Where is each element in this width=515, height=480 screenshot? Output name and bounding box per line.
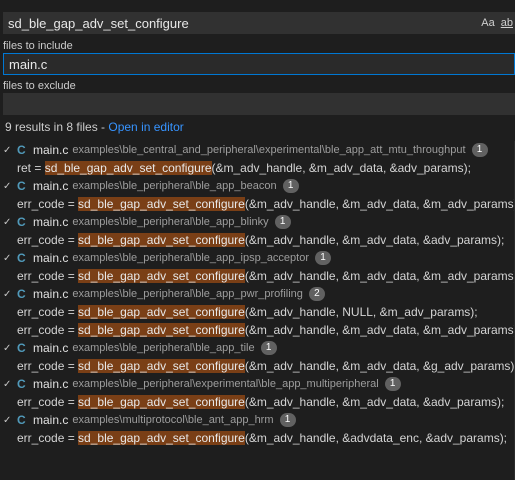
match-line[interactable]: err_code = sd_ble_gap_adv_set_configure(… [0, 267, 515, 285]
match-count-badge: 1 [282, 179, 299, 193]
match-line[interactable]: err_code = sd_ble_gap_adv_set_configure(… [0, 231, 515, 249]
match-suffix: (&m_adv_handle, &m_adv_data, &g_adv_para… [244, 359, 515, 373]
results-summary: 9 results in 8 files - Open in editor [5, 120, 184, 134]
search-query[interactable]: sd_ble_gap_adv_set_configure [3, 16, 481, 31]
exclude-field[interactable] [3, 93, 515, 115]
include-label: files to include [3, 40, 73, 52]
match-suffix: (&m_adv_handle, &m_adv_data, &m_adv_para… [244, 269, 515, 283]
c-file-icon: C [17, 377, 26, 391]
match-count-badge: 1 [274, 215, 291, 229]
match-suffix: (&m_adv_handle, NULL, &m_adv_params); [244, 305, 478, 319]
match-suffix: (&m_adv_handle, &m_adv_data, &adv_params… [244, 395, 505, 409]
search-input[interactable]: sd_ble_gap_adv_set_configure Aa ab [3, 12, 515, 34]
file-name: main.c [33, 413, 69, 427]
match-highlight: sd_ble_gap_adv_set_configure [78, 431, 245, 445]
match-prefix: err_code = [17, 323, 79, 337]
include-field[interactable] [3, 53, 515, 75]
match-highlight: sd_ble_gap_adv_set_configure [78, 269, 245, 283]
file-path: examples\ble_peripheral\ble_app_blinky [72, 216, 269, 228]
c-file-icon: C [17, 251, 26, 265]
chevron-down-icon[interactable]: ✓ [3, 253, 13, 264]
match-count-badge: 1 [315, 251, 332, 265]
file-name: main.c [33, 377, 69, 391]
match-suffix: (&m_adv_handle, &m_adv_data, &adv_params… [244, 233, 505, 247]
match-line[interactable]: err_code = sd_ble_gap_adv_set_configure(… [0, 357, 515, 375]
file-name: main.c [33, 341, 69, 355]
c-file-icon: C [17, 179, 26, 193]
chevron-down-icon[interactable]: ✓ [3, 181, 13, 192]
match-line[interactable]: err_code = sd_ble_gap_adv_set_configure(… [0, 393, 515, 411]
match-prefix: ret = [17, 161, 45, 175]
match-count-badge: 1 [384, 377, 401, 391]
match-suffix: (&m_adv_handle, &m_adv_data, &m_adv_para… [244, 323, 515, 337]
results-count-text: 9 results in 8 files - [5, 120, 109, 134]
file-path: examples\ble_peripheral\ble_app_ipsp_acc… [72, 252, 310, 264]
search-results-tree: ✓ Cmain.c examples\ble_central_and_periphe… [0, 141, 515, 447]
file-result-row[interactable]: ✓ Cmain.c examples\ble_peripheral\ble_app_… [0, 177, 515, 195]
file-result-row[interactable]: ✓ Cmain.c examples\ble_peripheral\experime… [0, 375, 515, 393]
file-result-row[interactable]: ✓ Cmain.c examples\ble_peripheral\ble_app_… [0, 285, 515, 303]
match-prefix: err_code = [17, 395, 79, 409]
match-line[interactable]: err_code = sd_ble_gap_adv_set_configure(… [0, 321, 515, 339]
file-name: main.c [33, 251, 69, 265]
match-prefix: err_code = [17, 197, 79, 211]
match-prefix: err_code = [17, 359, 79, 373]
chevron-down-icon[interactable]: ✓ [3, 343, 13, 354]
open-in-editor-link[interactable]: Open in editor [108, 120, 183, 134]
c-file-icon: C [17, 143, 26, 157]
match-line[interactable]: err_code = sd_ble_gap_adv_set_configure(… [0, 303, 515, 321]
match-count-badge: 1 [260, 341, 277, 355]
exclude-label: files to exclude [3, 80, 76, 92]
file-path: examples\ble_peripheral\experimental\ble… [72, 378, 379, 390]
file-result-row[interactable]: ✓ Cmain.c examples\ble_peripheral\ble_app_… [0, 249, 515, 267]
match-highlight: sd_ble_gap_adv_set_configure [44, 161, 212, 175]
match-highlight: sd_ble_gap_adv_set_configure [78, 305, 245, 319]
chevron-down-icon[interactable]: ✓ [3, 415, 13, 426]
c-file-icon: C [17, 287, 26, 301]
match-highlight: sd_ble_gap_adv_set_configure [78, 359, 245, 373]
file-result-row[interactable]: ✓ Cmain.c examples\ble_central_and_periphe… [0, 141, 515, 159]
match-case-toggle[interactable]: Aa [481, 17, 494, 29]
match-prefix: err_code = [17, 431, 79, 445]
match-suffix: (&m_adv_handle, &advdata_enc, &adv_param… [244, 431, 508, 445]
match-whole-word-toggle[interactable]: ab [501, 17, 513, 29]
match-prefix: err_code = [17, 305, 79, 319]
match-count-badge: 1 [471, 143, 488, 157]
chevron-down-icon[interactable]: ✓ [3, 289, 13, 300]
match-count-badge: 1 [279, 413, 296, 427]
match-suffix: (&m_adv_handle, &m_adv_data, &m_adv_para… [244, 197, 515, 211]
match-highlight: sd_ble_gap_adv_set_configure [78, 197, 245, 211]
file-result-row[interactable]: ✓ Cmain.c examples\ble_peripheral\ble_app_… [0, 339, 515, 357]
file-result-row[interactable]: ✓ Cmain.c examples\ble_peripheral\ble_app_… [0, 213, 515, 231]
match-line[interactable]: err_code = sd_ble_gap_adv_set_configure(… [0, 429, 515, 447]
match-highlight: sd_ble_gap_adv_set_configure [78, 323, 245, 337]
match-suffix: (&m_adv_handle, &m_adv_data, &adv_params… [211, 161, 471, 175]
include-input[interactable] [4, 54, 514, 74]
file-path: examples\ble_peripheral\ble_app_beacon [72, 180, 277, 192]
match-line[interactable]: err_code = sd_ble_gap_adv_set_configure(… [0, 195, 515, 213]
file-path: examples\ble_central_and_peripheral\expe… [72, 144, 466, 156]
match-count-badge: 2 [308, 287, 325, 301]
match-prefix: err_code = [17, 233, 79, 247]
file-path: examples\multiprotocol\ble_ant_app_hrm [72, 414, 274, 426]
match-highlight: sd_ble_gap_adv_set_configure [78, 233, 245, 247]
match-prefix: err_code = [17, 269, 79, 283]
match-line[interactable]: ret = sd_ble_gap_adv_set_configure(&m_ad… [0, 159, 515, 177]
file-name: main.c [33, 179, 69, 193]
c-file-icon: C [17, 341, 26, 355]
file-name: main.c [33, 287, 69, 301]
file-name: main.c [33, 143, 69, 157]
file-result-row[interactable]: ✓ Cmain.c examples\multiprotocol\ble_ant_a… [0, 411, 515, 429]
file-path: examples\ble_peripheral\ble_app_tile [72, 342, 255, 354]
chevron-down-icon[interactable]: ✓ [3, 217, 13, 228]
exclude-input[interactable] [3, 93, 515, 115]
file-name: main.c [33, 215, 69, 229]
c-file-icon: C [17, 215, 26, 229]
file-path: examples\ble_peripheral\ble_app_pwr_prof… [72, 288, 303, 300]
chevron-down-icon[interactable]: ✓ [3, 145, 13, 156]
c-file-icon: C [17, 413, 26, 427]
match-highlight: sd_ble_gap_adv_set_configure [78, 395, 245, 409]
chevron-down-icon[interactable]: ✓ [3, 379, 13, 390]
